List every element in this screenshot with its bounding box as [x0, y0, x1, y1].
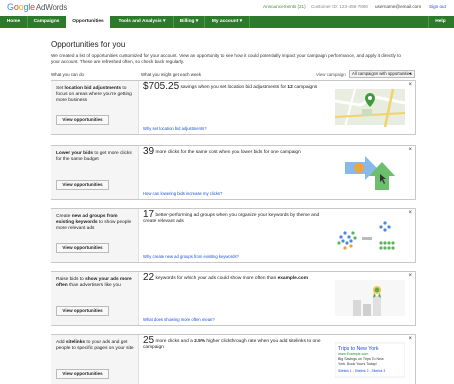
card-benefit-text: 22 keywords for which your ads could sho…: [143, 272, 333, 283]
view-opportunities-button[interactable]: View opportunities: [56, 243, 109, 253]
benefit-number: 22: [143, 272, 155, 283]
tab-campaigns[interactable]: Campaigns: [28, 16, 65, 28]
benefit-text-part: better-performing ad groups when you org…: [143, 213, 320, 224]
card-action-text: Create new ad groups from existing keywo…: [56, 214, 136, 231]
top-bar: GoogleAdWords Announcements (21) Custome…: [0, 0, 454, 14]
learn-more-link[interactable]: What does showing more often mean?: [143, 317, 215, 322]
announcements-link[interactable]: Announcements (21): [263, 4, 306, 9]
ad-preview-line2: York. Book Yours Today!: [338, 362, 377, 366]
logo-product-name: AdWords: [35, 3, 68, 12]
opportunity-card-lower-bids: Lower your bids to get more clicks for t…: [51, 145, 416, 200]
benefit-emphasis: example.com: [277, 276, 308, 281]
benefit-text-part: keywords for which your ads could show m…: [154, 276, 278, 281]
benefit-text-part: campaigns: [292, 85, 318, 90]
benefit-number: $705.25: [143, 81, 180, 92]
ad-preview-line1: Big Savings on Trips To New: [338, 357, 384, 361]
tab-home[interactable]: Home: [0, 16, 27, 28]
benefit-text-part: savings when you set location bid adjust…: [179, 85, 288, 90]
opportunity-card-sitelinks: Add sitelinks to your ads and get people…: [51, 334, 416, 384]
page-intro: We created a list of opportunities custo…: [51, 53, 401, 64]
card-benefit-text: $705.25 savings when you set location bi…: [143, 81, 333, 92]
ad-preview-sitelinks: Sitelink 1 - Sitelink 2 - Sitelink 3: [338, 369, 385, 373]
tab-my-account[interactable]: My account ▾: [205, 16, 249, 28]
card-action-text: Lower your bids to get more clicks for t…: [56, 151, 136, 163]
view-opportunities-button[interactable]: View opportunities: [56, 306, 109, 316]
view-opportunities-button[interactable]: View opportunities: [56, 369, 109, 379]
view-campaign-label: View campaign: [316, 72, 346, 77]
column-header-what-you-might-get: What you might get each week: [141, 72, 202, 77]
close-icon[interactable]: ×: [408, 272, 412, 280]
card-action-text-part: Create: [56, 214, 72, 219]
close-icon[interactable]: ×: [408, 209, 412, 217]
card-action-text: Set location bid adjustments to focus on…: [56, 86, 136, 103]
card-action-text-part: than advertisers like you: [67, 282, 121, 288]
card-benefit-text: 39 more clicks for the same cost when yo…: [143, 146, 333, 157]
card-benefit-text: 17 better-performing ad groups when you …: [143, 210, 333, 224]
arrows-illustration: [345, 156, 395, 190]
ad-groups-illustration: [337, 221, 395, 250]
tab-tools-and-analysis[interactable]: Tools and Analysis ▾: [111, 16, 173, 28]
benefit-emphasis: 2.5%: [194, 339, 206, 344]
view-campaign-value: All campaigns with opportunities: [352, 70, 412, 76]
card-action-text-part: Add: [56, 340, 66, 345]
map-pin-illustration: [335, 88, 405, 127]
ad-preview-url: www.Example.com: [338, 352, 368, 356]
customer-id: Customer ID: 123-456-7890: [311, 4, 368, 9]
opportunity-card-location-bids: Set location bid adjustments to focus on…: [51, 80, 416, 135]
card-benefit-text: 25 more clicks and a 2.5% higher clickth…: [143, 336, 333, 350]
logo-letter: G: [7, 2, 14, 12]
card-action-emphasis: sitelinks: [65, 340, 86, 345]
card-action-text-part: Set: [56, 86, 65, 91]
close-icon[interactable]: ×: [408, 81, 412, 89]
page-title: Opportunities for you: [51, 40, 126, 49]
opportunity-card-new-ad-groups: Create new ad groups from existing keywo…: [51, 208, 416, 263]
adwords-logo[interactable]: GoogleAdWords: [7, 2, 67, 12]
card-action-emphasis: location bid adjustments: [64, 86, 122, 91]
card-action-emphasis: Lower your bids: [56, 151, 94, 156]
benefit-text-part: more clicks and a: [154, 339, 195, 344]
view-opportunities-button[interactable]: View opportunities: [56, 115, 109, 125]
nav-divider: [249, 16, 250, 28]
opportunity-card-show-more-often: Raise bids to show your ads more often t…: [51, 271, 416, 326]
learn-more-link[interactable]: How can lowering bids increase my clicks…: [143, 191, 222, 196]
card-action-text-part: Raise bids to: [56, 277, 86, 282]
chevron-down-icon: ▼: [408, 71, 412, 76]
card-action-text: Add sitelinks to your ads and get people…: [56, 340, 136, 352]
close-icon[interactable]: ×: [408, 335, 412, 343]
column-header-what-you-can-do: What you can do: [51, 72, 84, 77]
username: username@email.com: [375, 4, 422, 9]
view-campaign-select[interactable]: All campaigns with opportunities ▼: [349, 69, 415, 78]
learn-more-link[interactable]: Why set location bid adjustments?: [143, 126, 207, 131]
award-bars-illustration: [335, 280, 405, 316]
card-action-text: Raise bids to show your ads more often t…: [56, 277, 136, 289]
tab-billing[interactable]: Billing ▾: [174, 16, 204, 28]
ad-preview: Trips to New York www.Example.com Big Sa…: [335, 342, 405, 378]
tab-opportunities[interactable]: Opportunities: [65, 16, 111, 28]
benefit-text-part: more clicks for the same cost when you l…: [154, 150, 301, 155]
close-icon[interactable]: ×: [408, 146, 412, 154]
benefit-number: 39: [143, 146, 155, 157]
logo-letter: e: [30, 2, 35, 12]
view-opportunities-button[interactable]: View opportunities: [56, 180, 109, 190]
main-nav: Home Campaigns Opportunities Tools and A…: [0, 16, 454, 28]
learn-more-link[interactable]: Why create new ad groups from existing k…: [143, 254, 239, 259]
tab-help[interactable]: Help: [429, 16, 452, 28]
sign-out-link[interactable]: Sign out: [429, 4, 446, 9]
